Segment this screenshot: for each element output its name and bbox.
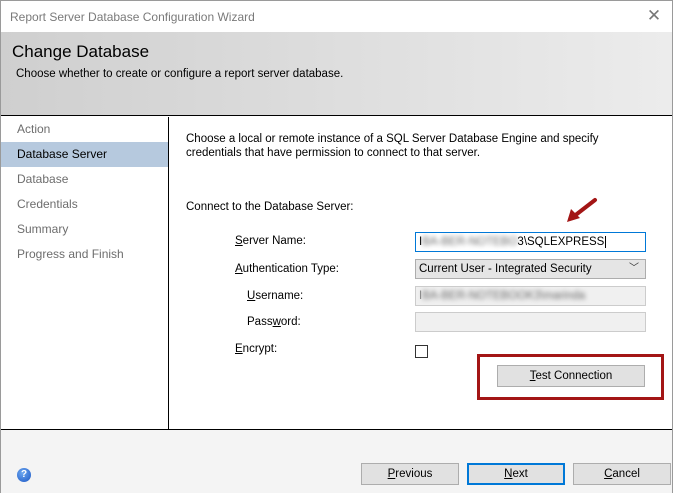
password-label: Password: bbox=[247, 316, 301, 328]
section-label: Connect to the Database Server: bbox=[186, 201, 354, 213]
auth-type-select[interactable]: Current User - Integrated Security ﹀ bbox=[415, 259, 646, 279]
main-panel: Choose a local or remote instance of a S… bbox=[170, 117, 672, 429]
encrypt-label: Encrypt: bbox=[235, 343, 278, 355]
test-connection-button[interactable]: Test Connection bbox=[497, 365, 645, 387]
chevron-down-icon: ﹀ bbox=[629, 263, 639, 274]
auth-type-label: Authentication Type: bbox=[235, 263, 340, 275]
username-label: Username: bbox=[247, 290, 304, 302]
previous-button[interactable]: Previous bbox=[361, 463, 459, 485]
wizard-steps: Action Database Server Database Credenti… bbox=[1, 117, 169, 429]
wizard-window: Report Server Database Configuration Wiz… bbox=[0, 0, 673, 493]
encrypt-checkbox[interactable] bbox=[415, 345, 428, 358]
cancel-button[interactable]: Cancel bbox=[573, 463, 671, 485]
wizard-footer: ? Previous Next Cancel bbox=[1, 429, 672, 493]
step-database-server[interactable]: Database Server bbox=[1, 142, 168, 167]
annotation-arrow-icon bbox=[567, 198, 597, 222]
step-action[interactable]: Action bbox=[1, 117, 168, 142]
page-header: Change Database Choose whether to create… bbox=[1, 32, 672, 116]
step-database[interactable]: Database bbox=[1, 167, 168, 192]
page-title: Change Database bbox=[12, 42, 150, 61]
step-progress-and-finish[interactable]: Progress and Finish bbox=[1, 242, 168, 267]
close-icon[interactable]: ✕ bbox=[642, 5, 666, 27]
username-input: IBA-BER-NOTEBOOK3\marinda bbox=[415, 286, 646, 306]
page-subtitle: Choose whether to create or configure a … bbox=[16, 68, 344, 80]
step-summary[interactable]: Summary bbox=[1, 217, 168, 242]
password-input bbox=[415, 312, 646, 332]
window-title: Report Server Database Configuration Wiz… bbox=[10, 10, 255, 24]
server-name-label: Server Name: bbox=[235, 235, 306, 247]
help-icon[interactable]: ? bbox=[17, 468, 31, 482]
step-credentials[interactable]: Credentials bbox=[1, 192, 168, 217]
server-name-input[interactable]: IBA-BER-NOTEBO3\SQLEXPRESS bbox=[415, 232, 646, 252]
next-button[interactable]: Next bbox=[467, 463, 565, 485]
title-bar: Report Server Database Configuration Wiz… bbox=[1, 1, 672, 32]
intro-text: Choose a local or remote instance of a S… bbox=[186, 133, 599, 159]
